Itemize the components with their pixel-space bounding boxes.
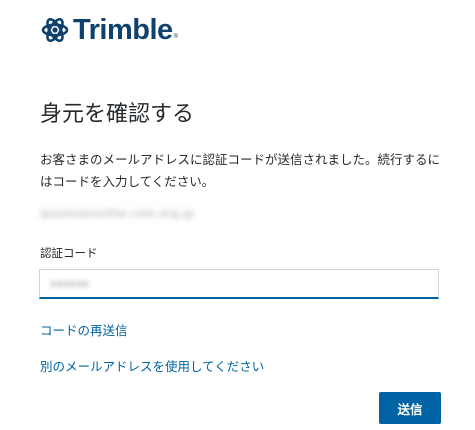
- send-button[interactable]: 送信: [379, 392, 441, 424]
- registered-mark: ®: [173, 34, 179, 40]
- trimble-logo: Trimble ®: [40, 12, 178, 48]
- use-other-email-link[interactable]: 別のメールアドレスを使用してください: [40, 356, 264, 375]
- brand-name: Trimble: [73, 14, 173, 46]
- resend-code-link[interactable]: コードの再送信: [40, 320, 128, 339]
- instructions-text: お客さまのメールアドレスに認証コードが送信されました。続行するにはコードを入力し…: [40, 152, 441, 189]
- trimble-globe-icon: [41, 17, 69, 43]
- masked-email: ipsoloseresthe.com.org.jp: [40, 207, 195, 220]
- verification-code-input[interactable]: xxxxxx: [39, 269, 439, 299]
- code-field-label: 認証コード: [40, 246, 98, 260]
- code-input-value: xxxxxx: [50, 277, 90, 290]
- page-title: 身元を確認する: [40, 102, 195, 127]
